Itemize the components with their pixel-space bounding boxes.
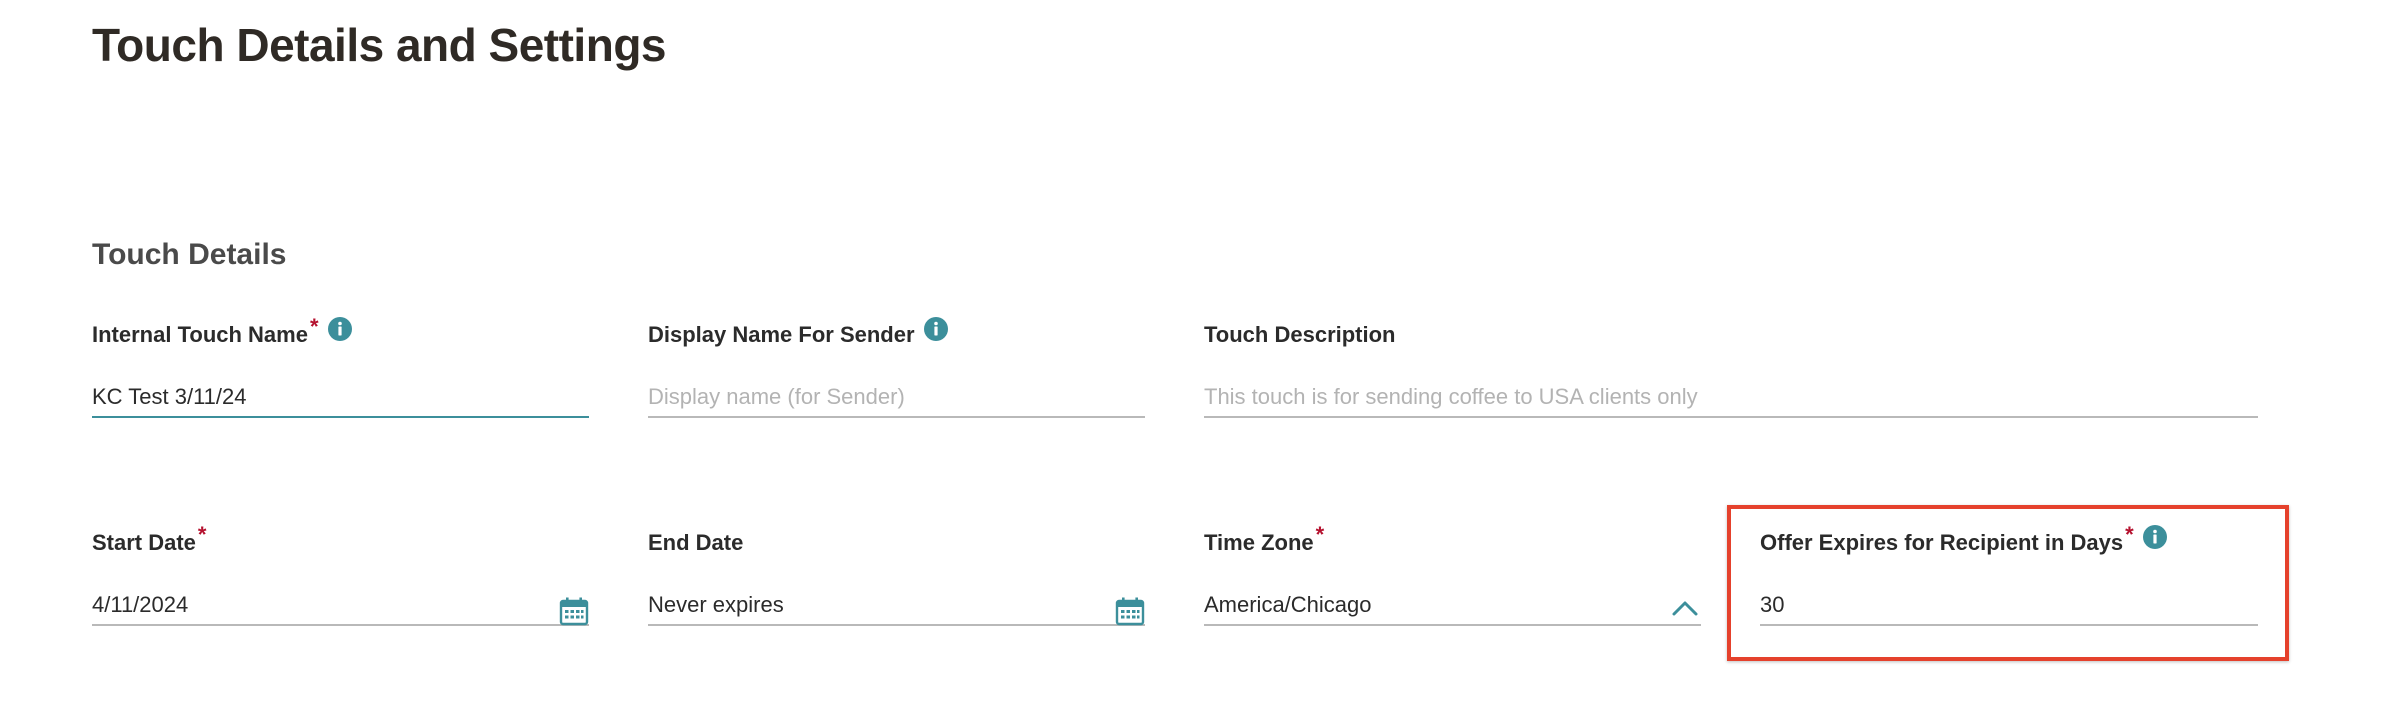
start-date-label-text: Start Date [92, 530, 196, 555]
touch-description-label-text: Touch Description [1204, 322, 1396, 347]
touch-description-label: Touch Description [1204, 322, 1396, 348]
required-mark: * [1315, 522, 1325, 547]
start-date-field: Start Date * [92, 522, 589, 640]
touch-description-input[interactable] [1204, 378, 2258, 418]
end-date-label-text: End Date [648, 530, 744, 555]
calendar-icon[interactable] [559, 596, 589, 626]
display-name-for-sender-input[interactable] [648, 378, 1145, 418]
time-zone-label: Time Zone * [1204, 522, 1324, 556]
info-icon[interactable] [327, 316, 353, 342]
required-mark: * [309, 314, 319, 339]
start-date-input[interactable] [92, 586, 589, 626]
start-date-label: Start Date * [92, 522, 206, 556]
highlight-box [1727, 505, 2289, 661]
time-zone-select[interactable] [1204, 586, 1701, 626]
end-date-label: End Date [648, 530, 743, 556]
chevron-up-icon[interactable] [1670, 594, 1700, 624]
internal-touch-name-input[interactable] [92, 378, 589, 418]
display-name-for-sender-label: Display Name For Sender [648, 317, 949, 348]
time-zone-field: Time Zone * [1204, 522, 1701, 640]
internal-touch-name-field: Internal Touch Name * [92, 314, 589, 432]
display-name-for-sender-field: Display Name For Sender [648, 317, 1145, 432]
display-name-for-sender-label-text: Display Name For Sender [648, 322, 915, 347]
end-date-input[interactable] [648, 586, 1145, 626]
info-icon[interactable] [923, 316, 949, 342]
required-mark: * [197, 522, 207, 547]
internal-touch-name-label: Internal Touch Name * [92, 314, 353, 348]
calendar-icon[interactable] [1115, 596, 1145, 626]
internal-touch-name-label-text: Internal Touch Name [92, 322, 308, 347]
page-title: Touch Details and Settings [92, 19, 667, 71]
end-date-field: End Date [648, 530, 1145, 640]
section-title: Touch Details [92, 238, 287, 271]
touch-description-field: Touch Description [1204, 322, 2258, 432]
time-zone-label-text: Time Zone [1204, 530, 1314, 555]
